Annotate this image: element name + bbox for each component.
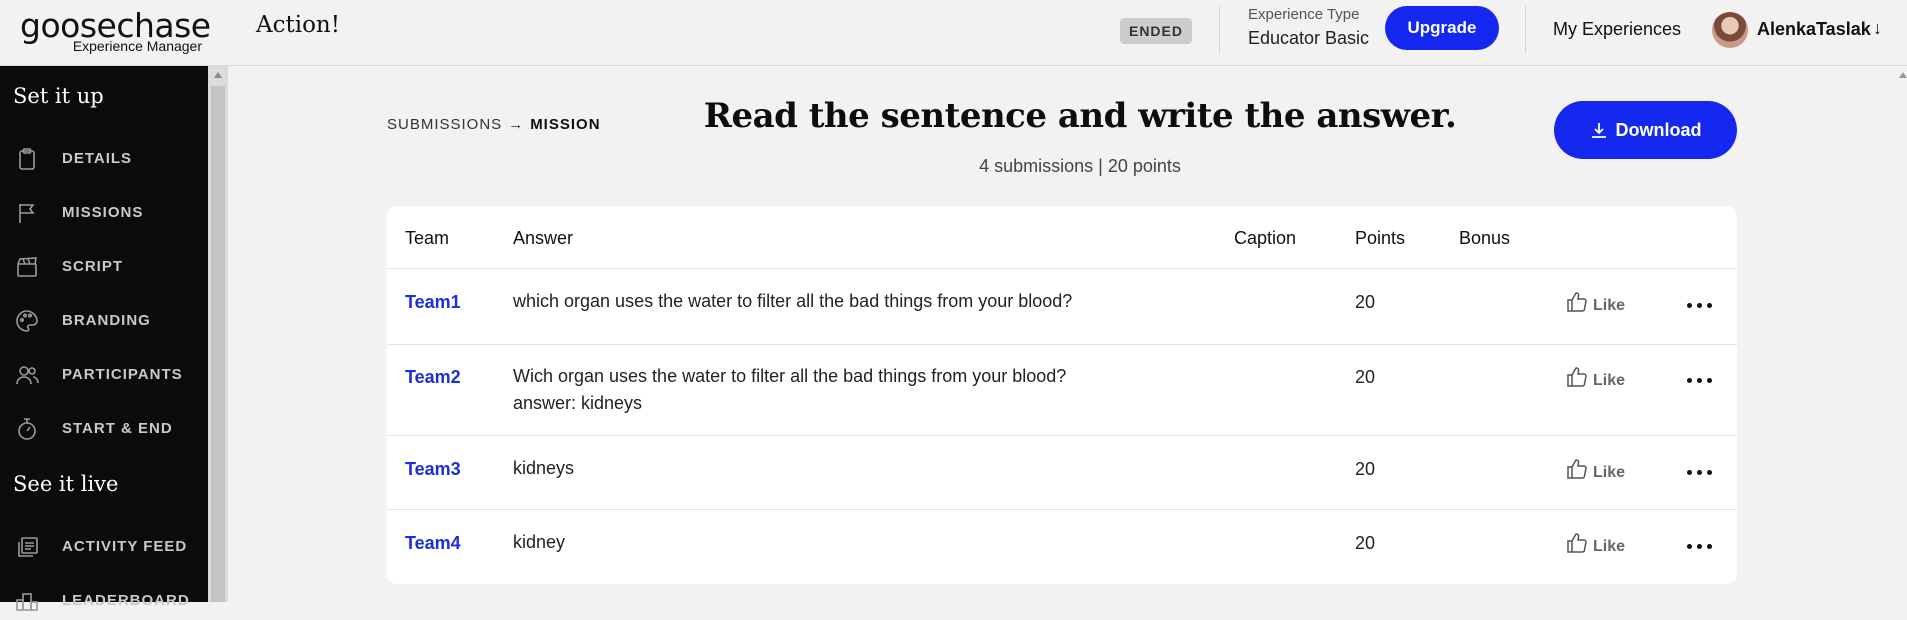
sidebar-item-participants[interactable]: PARTICIPANTS <box>0 354 208 394</box>
sidebar-heading-live: See it live <box>13 472 119 496</box>
table-row[interactable]: Team3 kidneys 20 Like <box>387 435 1737 509</box>
sidebar-item-label: ACTIVITY FEED <box>62 538 188 555</box>
sidebar-item-details[interactable]: DETAILS <box>0 138 208 178</box>
points-value: 20 <box>1355 367 1376 387</box>
answer-text: Wich organ uses the water to filter all … <box>513 366 1067 413</box>
header-divider <box>1219 6 1220 54</box>
points-value: 20 <box>1355 533 1376 553</box>
sidebar-item-label: SCRIPT <box>62 258 124 275</box>
answer-text: kidney <box>513 532 566 552</box>
like-label: Like <box>1593 538 1626 555</box>
like-button[interactable]: Like <box>1565 365 1625 390</box>
clapperboard-icon <box>14 254 40 280</box>
like-button[interactable]: Like <box>1565 457 1625 482</box>
thumbs-up-icon <box>1567 292 1587 312</box>
points-value: 20 <box>1355 292 1376 312</box>
breadcrumb-submissions-link[interactable]: SUBMISSIONS <box>387 116 502 133</box>
mission-meta: 4 submissions | 20 points <box>979 156 1181 176</box>
column-header-caption: Caption <box>1234 228 1297 248</box>
thumbs-up-icon <box>1567 367 1587 387</box>
points-value: 20 <box>1355 459 1376 479</box>
column-header-points: Points <box>1355 228 1406 248</box>
scrollbar-thumb[interactable] <box>211 86 225 602</box>
sidebar-item-branding[interactable]: BRANDING <box>0 300 208 340</box>
sidebar-heading-setup: Set it up <box>13 84 104 108</box>
thumbs-up-icon <box>1567 459 1587 479</box>
like-label: Like <box>1593 297 1626 314</box>
sidebar-item-start-end[interactable]: START & END <box>0 408 208 448</box>
sidebar-item-label: START & END <box>62 420 173 437</box>
sidebar-item-label: PARTICIPANTS <box>62 366 183 383</box>
thumbs-up-icon <box>1567 533 1587 553</box>
page-scroll-up-arrow-icon[interactable] <box>1899 72 1907 78</box>
upgrade-button[interactable]: Upgrade <box>1385 6 1499 50</box>
answer-text: kidneys <box>513 458 575 478</box>
like-button[interactable]: Like <box>1565 290 1625 315</box>
logo-subtitle: Experience Manager <box>72 38 202 54</box>
more-options-icon[interactable] <box>1687 467 1713 477</box>
username[interactable]: AlenkaTaslak <box>1757 19 1871 40</box>
top-bar: goosechase Experience Manager Action! EN… <box>0 0 1907 66</box>
team-link[interactable]: Team4 <box>405 533 461 554</box>
table-row[interactable]: Team1 which organ uses the water to filt… <box>387 268 1737 344</box>
download-icon <box>1591 123 1606 138</box>
clipboard-icon <box>14 146 40 172</box>
sidebar-item-label: DETAILS <box>62 150 133 167</box>
like-label: Like <box>1593 372 1626 389</box>
sidebar: Set it up DETAILS MISSIONS SCRIPT BRANDI… <box>0 66 208 611</box>
header-divider <box>1525 6 1526 54</box>
sidebar-item-script[interactable]: SCRIPT <box>0 246 208 286</box>
column-header-bonus: Bonus <box>1459 228 1511 248</box>
stopwatch-icon <box>14 416 40 442</box>
users-icon <box>14 362 40 388</box>
like-button[interactable]: Like <box>1565 531 1625 556</box>
breadcrumb-current: MISSION <box>530 116 601 133</box>
like-label: Like <box>1593 464 1626 481</box>
arrow-right-icon: → <box>508 116 525 133</box>
my-experiences-link[interactable]: My Experiences <box>1553 19 1681 40</box>
arrow-down-icon[interactable]: ↓ <box>1873 18 1882 39</box>
team-link[interactable]: Team3 <box>405 459 461 480</box>
sidebar-item-label: BRANDING <box>62 312 151 329</box>
experience-type-value: Educator Basic <box>1248 28 1370 48</box>
table-row[interactable]: Team4 kidney 20 Like <box>387 509 1737 584</box>
download-label: Download <box>1615 120 1702 140</box>
goosechase-logo[interactable]: goosechase Experience Manager <box>20 6 211 58</box>
submissions-table: Team Answer Caption Points Bonus Team1 w… <box>387 206 1737 584</box>
more-options-icon[interactable] <box>1687 375 1713 385</box>
avatar[interactable] <box>1712 12 1748 48</box>
download-button[interactable]: Download <box>1554 101 1737 159</box>
stack-icon <box>14 534 40 560</box>
sidebar-scrollbar[interactable] <box>208 66 228 602</box>
answer-text: which organ uses the water to filter all… <box>513 291 1073 311</box>
column-header-team: Team <box>405 228 450 248</box>
sidebar-item-label: LEADERBOARD <box>62 592 190 609</box>
experience-type-label: Experience Type <box>1248 6 1360 23</box>
sidebar-item-activity-feed[interactable]: ACTIVITY FEED <box>0 526 208 566</box>
more-options-icon[interactable] <box>1687 300 1713 310</box>
page-title: Read the sentence and write the answer. <box>703 96 1457 136</box>
team-link[interactable]: Team2 <box>405 367 461 388</box>
team-link[interactable]: Team1 <box>405 292 461 313</box>
more-options-icon[interactable] <box>1687 541 1713 551</box>
sidebar-item-label: MISSIONS <box>62 204 144 221</box>
breadcrumb: SUBMISSIONS → MISSION <box>387 116 601 133</box>
podium-icon <box>14 588 40 614</box>
experience-title: Action! <box>256 12 340 38</box>
column-header-answer: Answer <box>513 228 574 248</box>
status-badge: ENDED <box>1120 18 1192 44</box>
sidebar-item-leaderboard[interactable]: LEADERBOARD <box>0 580 208 620</box>
sidebar-item-missions[interactable]: MISSIONS <box>0 192 208 232</box>
table-row[interactable]: Team2 Wich organ uses the water to filte… <box>387 344 1737 435</box>
scroll-up-arrow-icon[interactable] <box>214 72 222 78</box>
palette-icon <box>14 308 40 334</box>
flag-icon <box>14 200 40 226</box>
